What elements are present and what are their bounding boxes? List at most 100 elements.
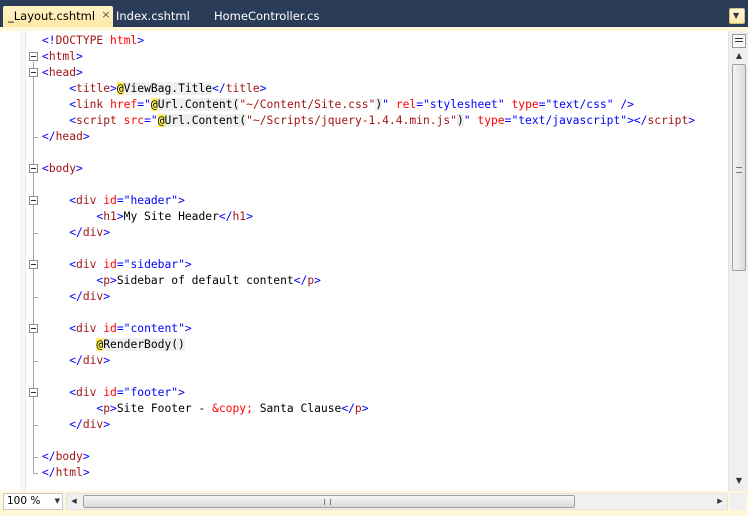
- code-token: <: [69, 386, 77, 399]
- code-line: </div>: [42, 289, 110, 305]
- outline-guide-end: [33, 425, 38, 426]
- code-token: link: [76, 98, 104, 111]
- collapse-icon[interactable]: [29, 52, 38, 61]
- code-token: >: [184, 322, 192, 335]
- code-token: </: [69, 290, 83, 303]
- tab-index-cshtml[interactable]: Index.cshtml: [111, 6, 195, 27]
- code-line: <body>: [42, 161, 83, 177]
- code-token: head: [55, 130, 83, 143]
- code-token: >: [314, 274, 321, 287]
- outline-guide: [33, 398, 34, 425]
- code-token: >: [103, 354, 111, 367]
- editor-viewport: <!DOCTYPE html> <html> <head> <title>@View…: [0, 31, 748, 491]
- code-token: ": [463, 114, 471, 127]
- code-line: <link href="@Url.Content("~/Content/Site…: [42, 97, 634, 113]
- outline-guide: [33, 334, 34, 361]
- document-tab-bar: _Layout.cshtml × Index.cshtml HomeContro…: [0, 0, 748, 27]
- collapse-icon[interactable]: [29, 324, 38, 333]
- code-line: <p>Site Footer - &copy; Santa Clause</p>: [42, 401, 368, 417]
- collapse-icon[interactable]: [29, 260, 38, 269]
- code-token: >: [82, 466, 90, 479]
- scroll-up-icon[interactable]: ▲: [732, 49, 746, 63]
- code-line: </body>: [42, 449, 90, 465]
- collapse-icon[interactable]: [29, 388, 38, 397]
- code-token: "text/javascript": [511, 114, 628, 127]
- code-token: >: [259, 82, 267, 95]
- code-token: <: [42, 162, 49, 175]
- code-token: <: [69, 322, 77, 335]
- code-token: My Site Header: [123, 210, 219, 223]
- tab-homecontroller-cs[interactable]: HomeController.cs: [209, 6, 324, 27]
- code-token: div: [76, 386, 97, 399]
- code-token: h1: [103, 210, 117, 223]
- scroll-left-icon[interactable]: ◀: [67, 494, 81, 509]
- code-token: html: [110, 34, 138, 47]
- horizontal-scrollbar[interactable]: ◀ ▶: [66, 493, 728, 510]
- code-token: </: [42, 466, 56, 479]
- code-token: href: [110, 98, 138, 111]
- code-token: </: [69, 226, 83, 239]
- code-token: id: [103, 386, 117, 399]
- code-token: div: [76, 322, 97, 335]
- code-token: =: [116, 194, 124, 207]
- code-token: >: [76, 162, 83, 175]
- code-token: >: [110, 274, 117, 287]
- vertical-scrollbar[interactable]: ▲ ▼: [728, 31, 748, 491]
- code-line: </head>: [42, 129, 90, 145]
- scroll-right-icon[interactable]: ▶: [713, 494, 727, 509]
- outline-guide: [33, 78, 34, 137]
- code-token: id: [103, 258, 117, 271]
- code-token: @: [150, 98, 158, 111]
- outline-guide-end: [33, 297, 38, 298]
- code-editor: <!DOCTYPE html> <html> <head> <title>@View…: [0, 27, 748, 516]
- split-window-icon[interactable]: [732, 34, 746, 48]
- code-line: <div id="sidebar">: [42, 257, 191, 273]
- code-line: </div>: [42, 225, 110, 241]
- code-token: >: [76, 66, 83, 79]
- code-token: >: [116, 210, 124, 223]
- vertical-scroll-thumb[interactable]: [732, 64, 746, 271]
- code-token: "~/Scripts/jquery-1.4.4.min.js": [246, 114, 457, 127]
- code-token: &copy;: [212, 402, 253, 415]
- code-line: <div id="footer">: [42, 385, 185, 401]
- collapse-icon[interactable]: [29, 196, 38, 205]
- code-token: DOCTYPE: [55, 34, 104, 47]
- tab-list-dropdown[interactable]: ▼: [729, 8, 745, 24]
- outline-guide: [33, 270, 34, 297]
- code-token: "header": [123, 194, 179, 207]
- tab-label: HomeController.cs: [214, 9, 320, 23]
- code-token: p: [354, 402, 362, 415]
- collapse-icon[interactable]: [29, 164, 38, 173]
- collapse-icon[interactable]: [29, 68, 38, 77]
- code-text-area[interactable]: <!DOCTYPE html> <html> <head> <title>@View…: [42, 31, 728, 491]
- chevron-down-icon[interactable]: ▼: [55, 494, 60, 509]
- code-token: body: [48, 162, 77, 175]
- code-token: type: [477, 114, 505, 127]
- code-token: Sidebar of default content: [116, 274, 294, 287]
- code-token: Santa Clause: [252, 402, 342, 415]
- code-token: ></: [627, 114, 648, 127]
- outline-guide: [33, 206, 34, 233]
- code-token: ): [456, 114, 464, 127]
- code-token: "text/css": [545, 98, 614, 111]
- code-token: />: [620, 98, 634, 111]
- scroll-down-icon[interactable]: ▼: [732, 474, 746, 488]
- outline-guide-end: [33, 361, 38, 362]
- zoom-combobox[interactable]: 100 % ▼: [3, 493, 63, 510]
- horizontal-scroll-thumb[interactable]: [83, 495, 575, 508]
- code-token: =: [416, 98, 424, 111]
- code-line: <p>Sidebar of default content</p>: [42, 273, 321, 289]
- code-token: h1: [232, 210, 247, 223]
- chevron-down-icon: ▼: [733, 11, 740, 20]
- code-token: head: [48, 66, 77, 79]
- code-token: title: [76, 82, 111, 95]
- code-token: "content": [123, 322, 185, 335]
- code-token: >: [246, 210, 253, 223]
- tab-layout-cshtml[interactable]: _Layout.cshtml ×: [3, 6, 113, 27]
